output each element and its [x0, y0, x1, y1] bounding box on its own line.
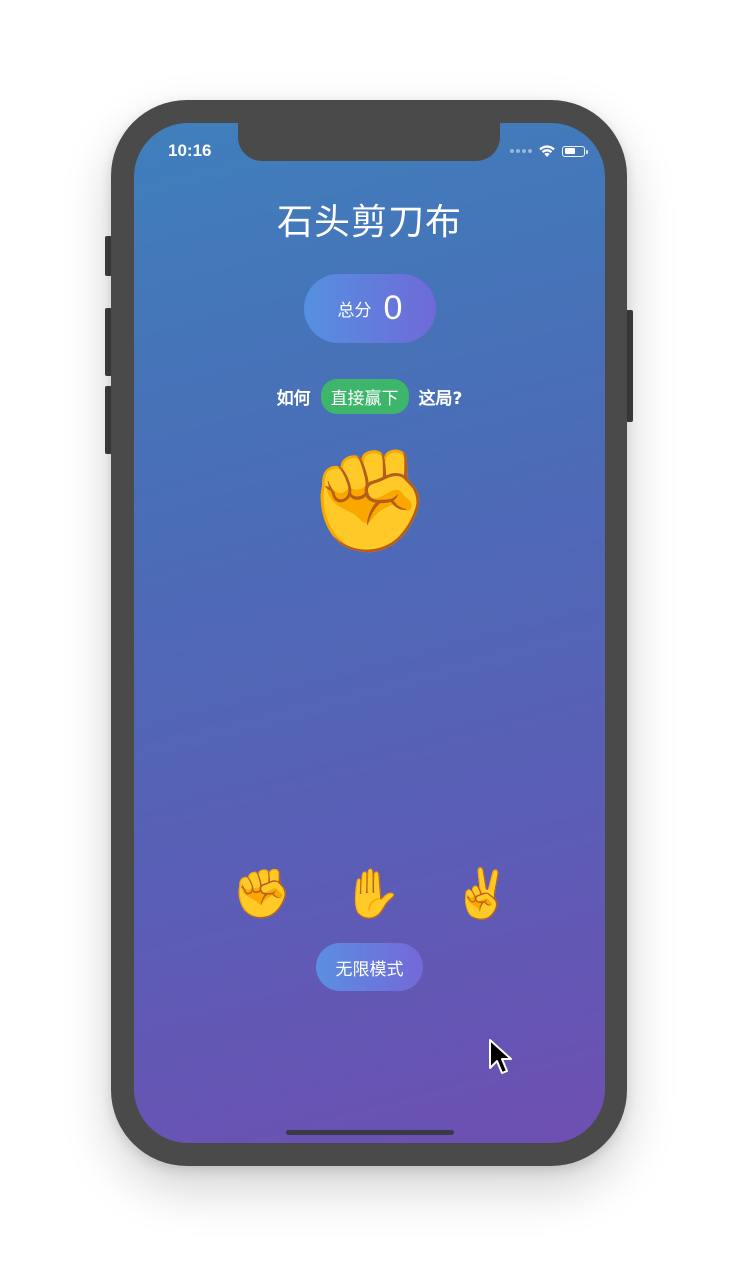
score-badge: 总分 0: [304, 274, 436, 343]
phone-screen: 10:16 石头剪刀布 总分 0 如何 直接赢下 这局? ✊ ✊ ✋ ✌️ 无限…: [134, 123, 605, 1143]
rock-choice-button[interactable]: ✊: [222, 858, 302, 928]
battery-level: [564, 148, 575, 154]
status-icons: [510, 141, 588, 161]
status-time: 10:16: [168, 141, 212, 160]
prompt-tag: 直接赢下: [320, 379, 409, 414]
page-title: 石头剪刀布: [276, 202, 462, 243]
canvas: 10:16 石头剪刀布 总分 0 如何 直接赢下 这局? ✊ ✊ ✋ ✌️ 无限…: [0, 0, 738, 1266]
power-button: [626, 310, 633, 422]
paper-choice-button[interactable]: ✋: [332, 858, 412, 928]
round-prompt: 如何 直接赢下 这局?: [134, 379, 605, 414]
prompt-suffix: 这局?: [418, 389, 463, 409]
current-hand-icon: ✊: [307, 442, 432, 559]
mode-button[interactable]: 无限模式: [316, 943, 423, 991]
scissors-choice-button[interactable]: ✌️: [442, 858, 522, 928]
choice-bar: ✊ ✋ ✌️: [222, 858, 522, 928]
score-value: 0: [383, 289, 403, 327]
wifi-icon: [539, 145, 555, 157]
home-indicator[interactable]: [286, 1130, 454, 1135]
signal-icon: [510, 149, 532, 153]
score-label: 总分: [337, 301, 372, 321]
notch: [238, 123, 500, 161]
battery-icon: [562, 145, 588, 157]
prompt-prefix: 如何: [276, 389, 311, 409]
cursor-icon: [489, 1039, 512, 1074]
